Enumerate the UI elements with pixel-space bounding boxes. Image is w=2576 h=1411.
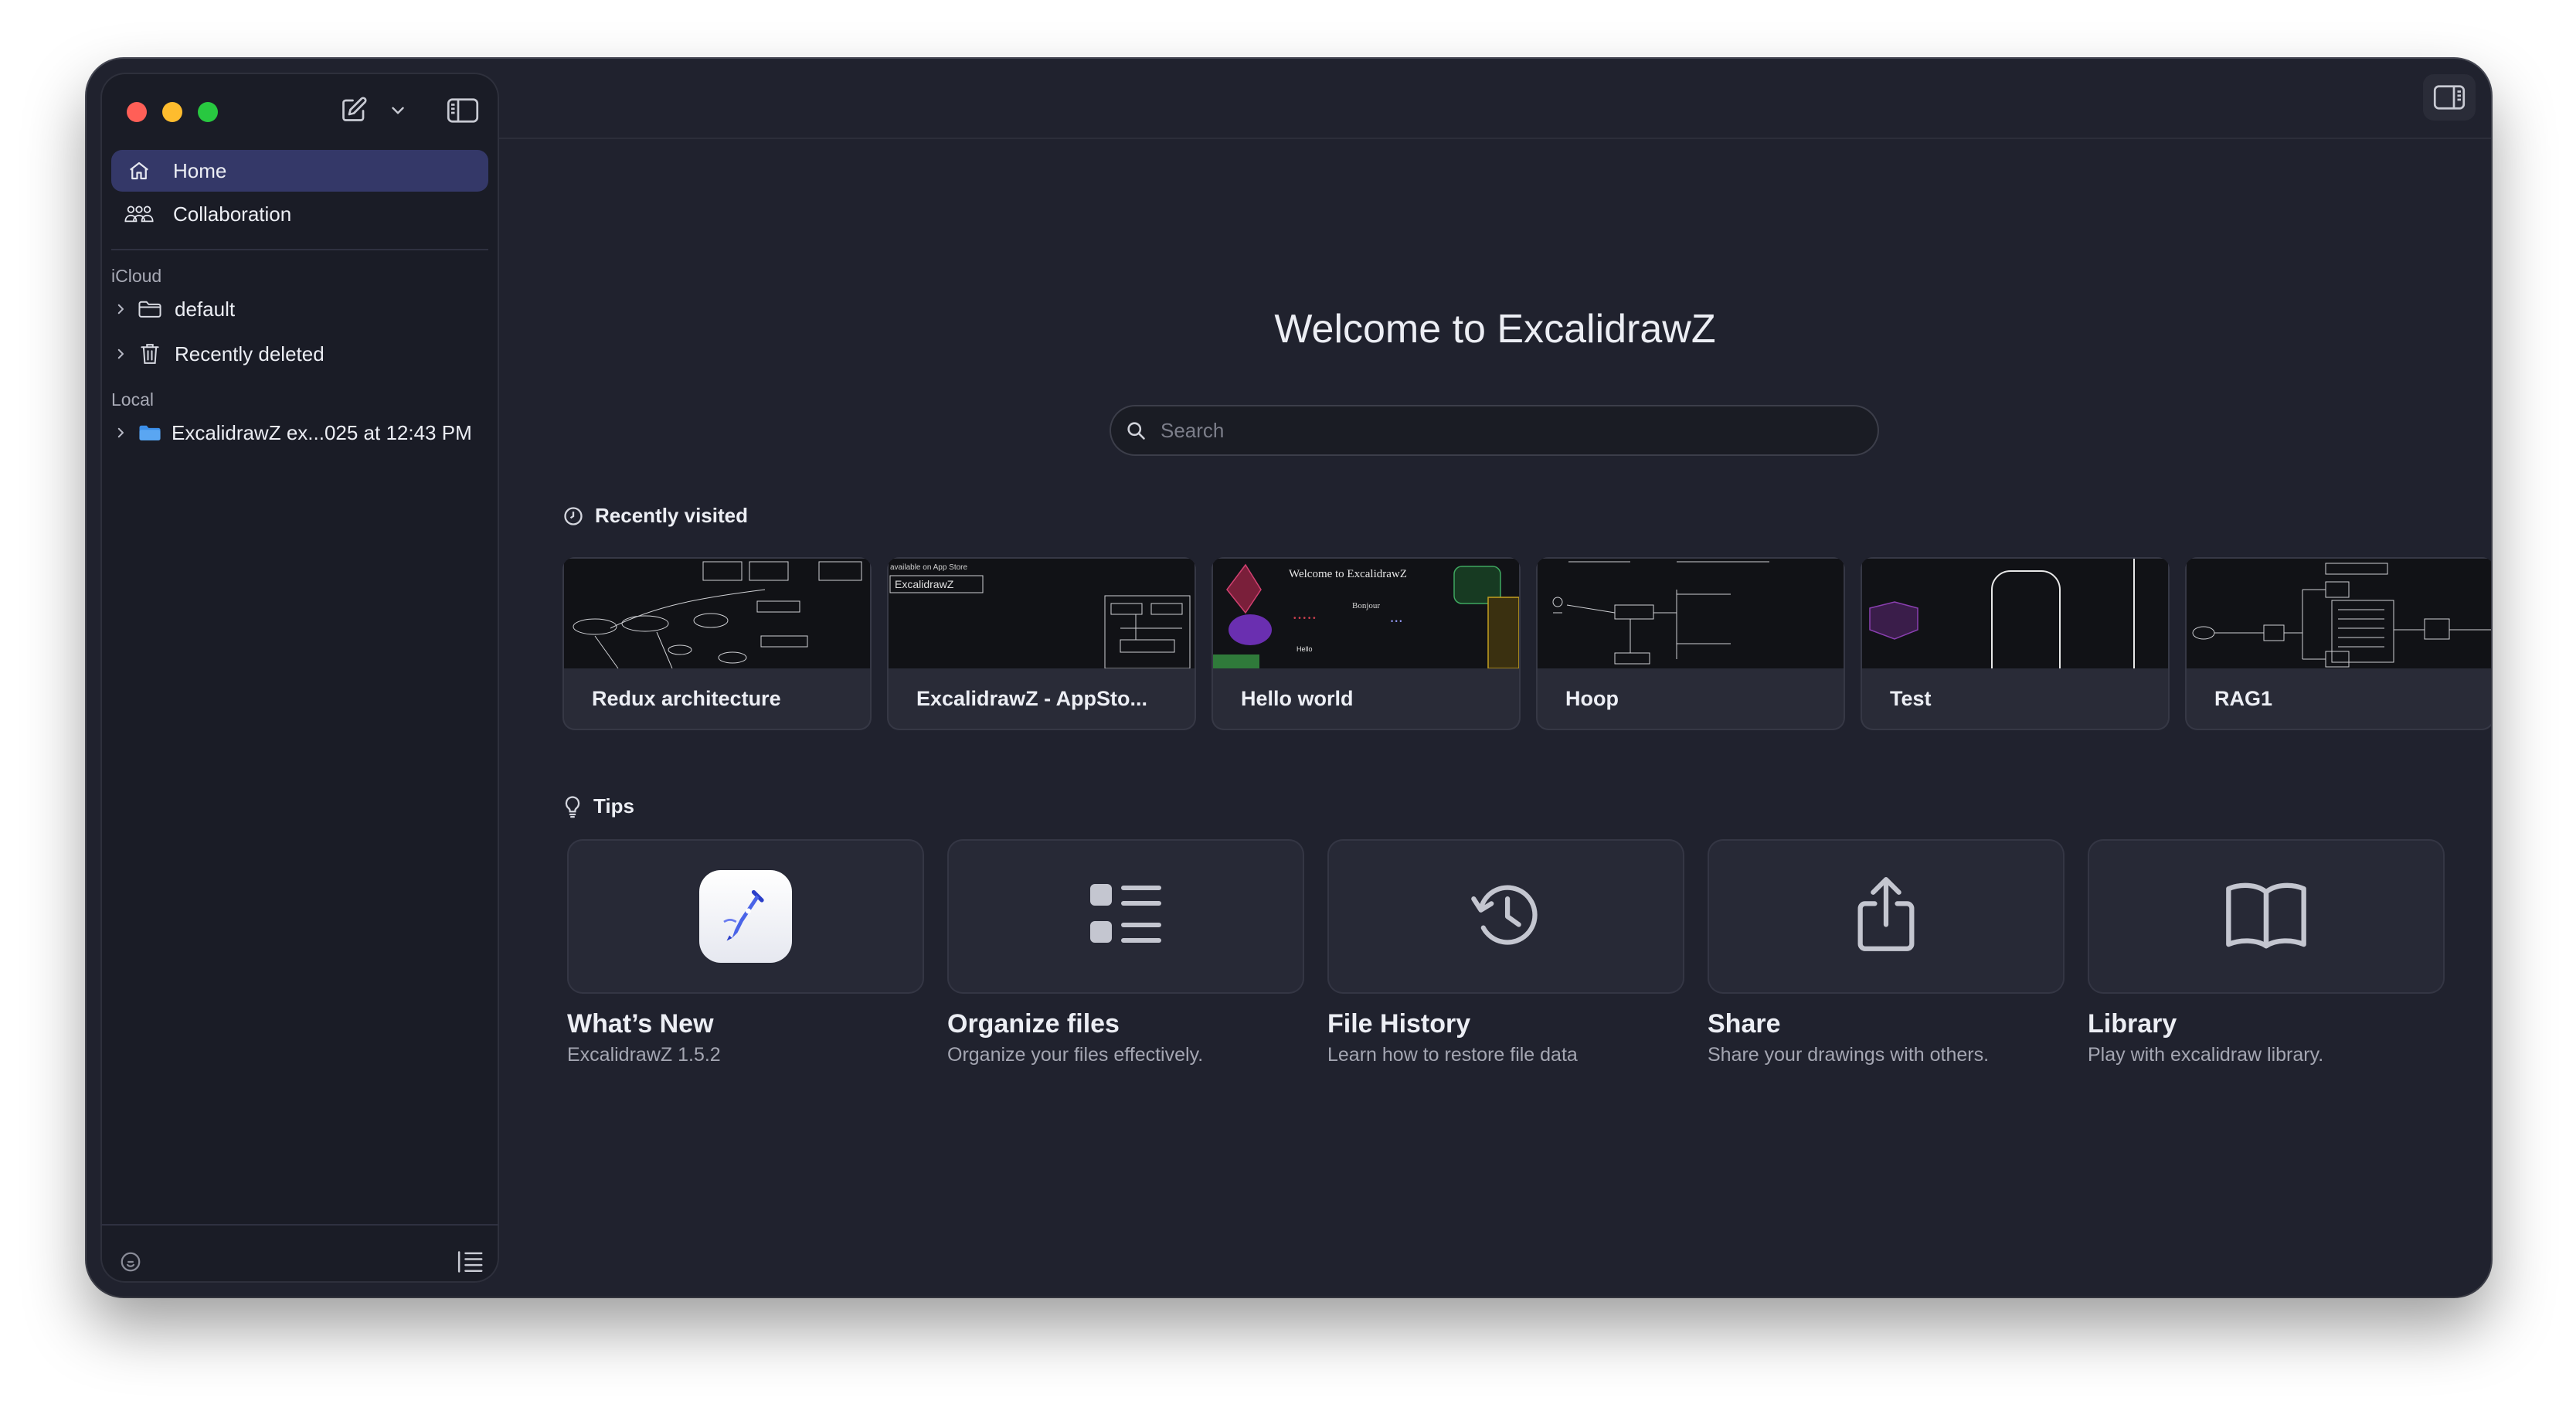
thumb-text: Welcome to ExcalidrawZ xyxy=(1289,568,1407,580)
tip-file-history[interactable]: File History Learn how to restore file d… xyxy=(1327,839,1684,1066)
main-toolbar xyxy=(499,59,2491,139)
tip-subtitle: Play with excalidraw library. xyxy=(2088,1044,2324,1066)
recent-file-title: Hoop xyxy=(1565,687,1619,710)
chevron-right-icon[interactable] xyxy=(111,302,130,316)
sidebar-item-label: Collaboration xyxy=(173,202,292,226)
file-thumbnail xyxy=(2187,559,2491,668)
sidebar-folder-recently-deleted[interactable]: Recently deleted xyxy=(111,337,325,371)
recent-file-card[interactable]: Welcome to ExcalidrawZ Bonjour • • • • •… xyxy=(1212,557,1521,730)
recent-file-title: Test xyxy=(1890,687,1932,710)
tip-card[interactable] xyxy=(2088,839,2445,994)
sidebar-divider xyxy=(111,249,488,250)
lightbulb-icon xyxy=(562,795,583,818)
zoom-window-button[interactable] xyxy=(198,102,218,122)
book-icon xyxy=(2224,878,2309,956)
inspector-toggle-icon[interactable] xyxy=(2423,74,2476,121)
sidebar-folder-default[interactable]: default xyxy=(111,292,235,326)
tip-title: Share xyxy=(1708,1009,1781,1039)
thumb-text: available on App Store xyxy=(890,563,968,572)
clock-icon xyxy=(562,505,584,527)
tip-title: What’s New xyxy=(567,1009,714,1039)
recent-file-title: ExcalidrawZ - AppSto... xyxy=(916,687,1148,710)
chevron-right-icon[interactable] xyxy=(111,426,130,440)
recent-file-card[interactable]: Redux architecture xyxy=(562,557,872,730)
recent-file-card[interactable]: Hoop xyxy=(1536,557,1845,730)
local-section-label: Local xyxy=(111,389,154,410)
sidebar-toggle-icon[interactable] xyxy=(447,97,479,128)
tips-heading: Tips xyxy=(562,794,634,818)
tip-subtitle: Organize your files effectively. xyxy=(947,1044,1204,1066)
tip-card[interactable] xyxy=(947,839,1304,994)
app-window: Home Collaboration iCloud default Recent… xyxy=(87,59,2491,1297)
file-thumbnail xyxy=(1538,559,1844,668)
people-icon xyxy=(124,202,155,226)
svg-text:• • • • •: • • • • • xyxy=(1293,614,1316,623)
sidebar-folder-local-export[interactable]: ExcalidrawZ ex...025 at 12:43 PM xyxy=(111,416,472,450)
tip-subtitle: Share your drawings with others. xyxy=(1708,1044,1990,1066)
recent-file-card[interactable]: available on App Store ExcalidrawZ Excal… xyxy=(887,557,1196,730)
recent-file-card[interactable]: Test xyxy=(1861,557,2170,730)
file-thumbnail xyxy=(564,559,870,668)
sidebar-item-home[interactable]: Home xyxy=(111,150,488,192)
thumb-text: Hello xyxy=(1296,645,1313,653)
recent-file-card[interactable]: RAG1 xyxy=(2185,557,2491,730)
page-title: Welcome to ExcalidrawZ xyxy=(1274,307,1716,352)
thumb-text: ExcalidrawZ xyxy=(895,578,954,590)
chevron-down-icon[interactable] xyxy=(388,100,408,124)
sync-status-icon[interactable] xyxy=(119,1250,142,1277)
share-icon xyxy=(1854,876,1918,957)
list-settings-icon[interactable] xyxy=(456,1249,484,1279)
recent-file-title: RAG1 xyxy=(2214,687,2273,710)
app-logo-icon xyxy=(699,870,792,963)
folder-icon xyxy=(138,299,162,319)
compose-icon[interactable] xyxy=(340,96,368,128)
list-bullet-icon xyxy=(1087,878,1164,956)
file-thumbnail: Welcome to ExcalidrawZ Bonjour • • • • •… xyxy=(1213,559,1519,668)
recent-file-title: Hello world xyxy=(1241,687,1354,710)
sidebar: Home Collaboration iCloud default Recent… xyxy=(100,73,499,1283)
trash-icon xyxy=(138,342,162,366)
sidebar-item-label: ExcalidrawZ ex...025 at 12:43 PM xyxy=(172,420,472,444)
svg-text:• • •: • • • xyxy=(1391,617,1402,625)
tips-label: Tips xyxy=(593,794,634,818)
recent-files-carousel: Redux architecture available on App Stor… xyxy=(562,557,2491,738)
recently-visited-heading: Recently visited xyxy=(562,504,748,528)
tip-subtitle: Learn how to restore file data xyxy=(1327,1044,1578,1066)
sidebar-item-label: Home xyxy=(173,158,227,182)
tip-share[interactable]: Share Share your drawings with others. xyxy=(1708,839,2065,1066)
search-icon xyxy=(1125,420,1147,441)
sidebar-item-collaboration[interactable]: Collaboration xyxy=(111,193,488,235)
file-thumbnail: available on App Store ExcalidrawZ xyxy=(889,559,1195,668)
tip-title: Organize files xyxy=(947,1009,1120,1039)
close-window-button[interactable] xyxy=(127,102,147,122)
search-bar[interactable] xyxy=(1110,405,1879,456)
recent-file-title: Redux architecture xyxy=(592,687,781,710)
chevron-right-icon[interactable] xyxy=(111,347,130,361)
tip-organize-files[interactable]: Organize files Organize your files effec… xyxy=(947,839,1304,1066)
folder-filled-icon xyxy=(138,423,162,443)
tip-whats-new[interactable]: What’s New ExcalidrawZ 1.5.2 xyxy=(567,839,924,1066)
sidebar-footer-divider xyxy=(100,1224,499,1226)
sidebar-item-label: Recently deleted xyxy=(175,342,325,366)
tip-subtitle: ExcalidrawZ 1.5.2 xyxy=(567,1044,721,1066)
sidebar-item-label: default xyxy=(175,297,236,321)
tip-card[interactable] xyxy=(1708,839,2065,994)
file-thumbnail xyxy=(1862,559,2168,668)
tip-library[interactable]: Library Play with excalidraw library. xyxy=(2088,839,2445,1066)
minimize-window-button[interactable] xyxy=(162,102,182,122)
icloud-section-label: iCloud xyxy=(111,266,162,286)
history-icon xyxy=(1467,876,1545,957)
home-icon xyxy=(124,159,155,182)
thumb-text: Bonjour xyxy=(1352,601,1380,610)
tip-title: File History xyxy=(1327,1009,1471,1039)
recently-visited-label: Recently visited xyxy=(595,504,748,527)
tip-card[interactable] xyxy=(1327,839,1684,994)
search-input[interactable] xyxy=(1159,417,1842,444)
tip-card[interactable] xyxy=(567,839,924,994)
tip-title: Library xyxy=(2088,1009,2177,1039)
